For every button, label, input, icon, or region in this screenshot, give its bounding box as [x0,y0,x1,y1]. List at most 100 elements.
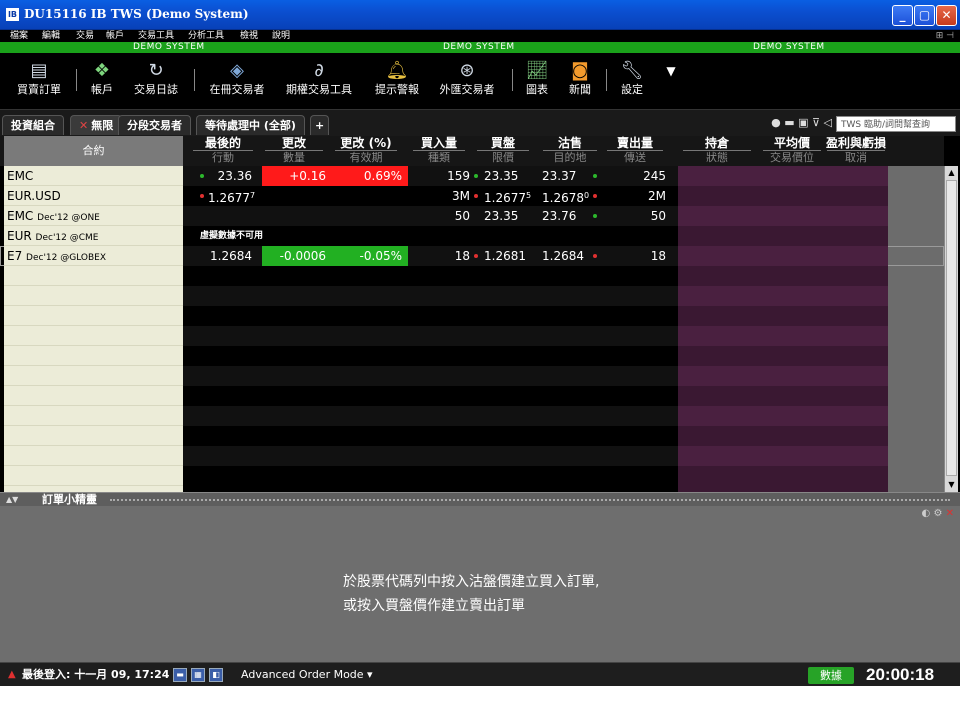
table-row[interactable]: EUR Dec'12 @CME 虛擬數據不可用 [0,226,944,246]
tab-tools[interactable]: ● ▬ ▣ ⊽ ◁ [771,116,832,129]
chart-button[interactable]: 📈︎ 圖表 [522,59,552,97]
grid-scrollbar[interactable]: ▲ ▼ [944,166,958,492]
toolbar-label: 在冊交易者 [209,83,265,96]
tab-unlimited[interactable]: ✕ 無限 [70,115,123,135]
table-row[interactable] [0,426,944,446]
settings-button[interactable]: 🔧︎ 設定 [616,59,648,97]
contract-symbol[interactable]: EUR Dec'12 @CME [7,226,98,248]
col-last[interactable]: 最後的 行動 [190,136,256,166]
col-subtitle: 目的地 [553,151,587,164]
toolbar-label: 圖表 [526,83,548,96]
order-ticket-button[interactable]: ▤ 買賣訂單 [14,59,64,97]
book-trader-button[interactable]: ◈ 在冊交易者 [204,59,270,97]
table-row[interactable] [0,306,944,326]
contract-symbol[interactable]: EMC Dec'12 @ONE [7,206,100,228]
search-input[interactable]: TWS 臨助/詞問幫查詢 [836,116,956,132]
bid-size-value: 18 [454,249,470,263]
add-tab-button[interactable]: + [310,115,330,135]
contract-symbol[interactable]: EUR.USD [7,186,61,206]
col-avg-price[interactable]: 平均價 交易價位 [760,136,824,166]
layout-minimize-icon[interactable]: ▬ [173,668,187,682]
ask-size-value: 18 [650,249,666,263]
data-button[interactable]: 數據 [808,667,854,684]
toolbar-separator [606,69,607,91]
table-row[interactable] [0,286,944,306]
col-title: 賣出量 [616,136,653,150]
tab-portfolio[interactable]: 投資組合 [2,115,64,135]
col-ask[interactable]: 沽售 目的地 [540,136,600,166]
table-row[interactable]: EMC Dec'12 @ONE 50 23.35 23.76 50 [0,206,944,226]
table-row[interactable] [0,466,944,486]
menu-analytical-tools[interactable]: 分析工具 [188,30,224,42]
col-subtitle: 傳送 [624,151,646,164]
tab-pending[interactable]: 等待處理中 (全部) [196,115,305,135]
close-icon[interactable]: ✕ [946,508,954,519]
toolbar-more-button[interactable]: ▼ [664,59,678,83]
menu-help[interactable]: 說明 [272,30,290,42]
row-stripe [183,386,678,406]
tick-dot [200,174,204,178]
divider [110,499,950,501]
table-row[interactable] [0,326,944,346]
close-tab-icon[interactable]: ✕ [79,119,88,132]
scroll-up-icon[interactable]: ▲ [945,166,958,179]
col-position[interactable]: 持倉 狀態 [680,136,754,166]
layout-panel-icon[interactable]: ◧ [209,668,223,682]
row-stripe [678,406,888,426]
trade-log-button[interactable]: ↻ 交易日誌 [130,59,182,97]
contract-suffix: Dec'12 @ONE [37,213,100,223]
order-wizard-bar[interactable]: ▲▼ 訂單小精靈 [0,492,960,506]
scroll-thumb[interactable] [946,180,957,476]
alert-button[interactable]: 🔔︎ 提示警報 [370,59,424,97]
row-stripe [678,266,888,286]
col-change-pct[interactable]: 更改 (%) 有效期 [332,136,400,166]
symbol-text: EUR [7,229,32,243]
collapse-arrows-icon[interactable]: ▲▼ [6,493,18,507]
news-button[interactable]: ◙ 新聞 [564,59,596,97]
col-subtitle: 限價 [492,151,514,164]
minimize-button[interactable]: _ [892,5,913,26]
close-button[interactable]: ✕ [936,5,957,26]
account-button[interactable]: ❖ 帳戶 [84,59,120,97]
bid-value: 23.35 [484,209,519,223]
table-row[interactable] [0,446,944,466]
col-change[interactable]: 更改 數量 [262,136,326,166]
col-ask-size[interactable]: 賣出量 傳送 [604,136,666,166]
menu-lock-icon[interactable]: ⊞ ⊣ [936,30,954,42]
aom-label: Advanced Order Mode [241,668,364,681]
advanced-order-mode[interactable]: Advanced Order Mode ▾ [241,663,373,687]
table-row[interactable] [0,346,944,366]
table-row[interactable] [0,386,944,406]
contract-symbol[interactable]: EMC [7,166,33,186]
col-pnl[interactable]: 盈利與虧損 取消 [824,136,888,166]
col-bid-size[interactable]: 買入量 種類 [410,136,468,166]
layout-grid-icon[interactable]: ▦ [191,668,205,682]
option-trader-button[interactable]: ∂ 期權交易工具 [282,59,356,97]
table-row[interactable] [0,406,944,426]
change-pct-value: 0.69% [363,169,402,183]
fx-trader-button[interactable]: ⊛ 外匯交易者 [436,59,498,97]
col-bid[interactable]: 買盤 限價 [474,136,532,166]
contract-symbol[interactable]: E7 Dec'12 @GLOBEX [7,246,106,268]
toolbar-label: 交易日誌 [134,83,178,96]
maximize-button[interactable]: ▢ [914,5,935,26]
menu-trade[interactable]: 交易 [76,30,94,42]
menu-edit[interactable]: 編輯 [42,30,60,42]
symbol-text: EUR.USD [7,189,61,203]
table-row[interactable] [0,266,944,286]
scroll-down-icon[interactable]: ▼ [945,478,958,491]
table-row[interactable]: EUR.USD 1.26777 3M 1.26775 1.26780 2M [0,186,944,206]
table-row[interactable]: E7 Dec'12 @GLOBEX 1.2684 -0.0006 -0.05% 18 1.… [0,246,944,266]
row-stripe [678,366,888,386]
tab-scale-trader[interactable]: 分段交易者 [118,115,191,135]
last-price: 1.2684 [210,249,252,263]
wizard-tools[interactable]: ◐ ⚙ ✕ [922,508,954,519]
table-row[interactable] [0,366,944,386]
menu-trading-tools[interactable]: 交易工具 [138,30,174,42]
menu-file[interactable]: 檔案 [10,30,28,42]
toolbar-label: 設定 [621,83,643,96]
contract-header[interactable]: 合約 [4,136,183,166]
table-row[interactable]: EMC 23.36 +0.16 0.69% 159 23.35 23.37 245 [0,166,944,186]
menu-account[interactable]: 帳戶 [106,30,124,42]
menu-view[interactable]: 檢視 [240,30,258,42]
